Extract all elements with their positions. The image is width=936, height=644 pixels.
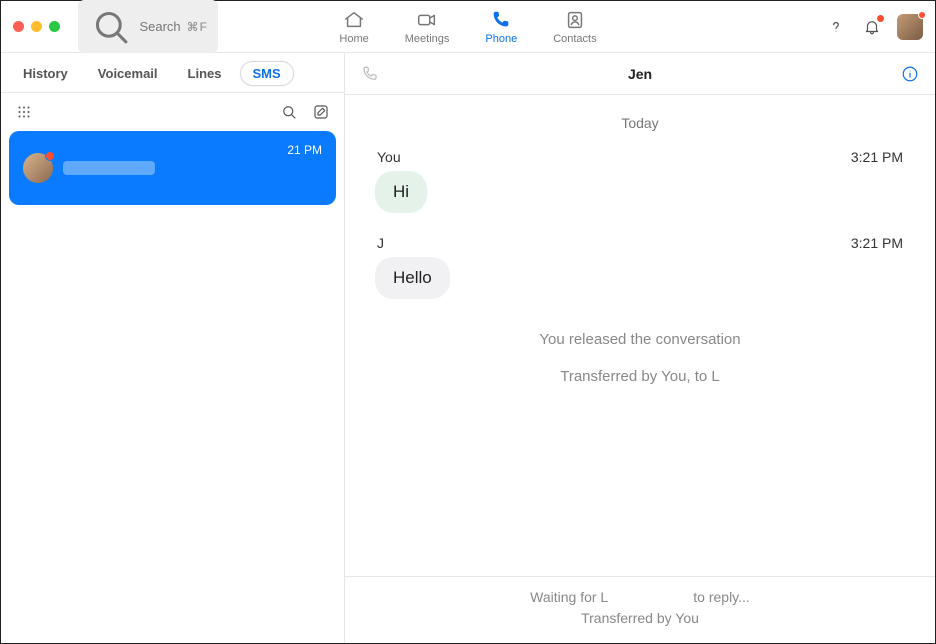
thread-time: 21 PM bbox=[287, 143, 322, 157]
search-icon bbox=[88, 4, 133, 49]
window-maximize-button[interactable] bbox=[49, 21, 60, 32]
search-shortcut: ⌘F bbox=[187, 20, 208, 34]
sms-tools-row bbox=[1, 93, 344, 131]
nav-home-label: Home bbox=[339, 33, 368, 45]
search-icon bbox=[280, 103, 298, 121]
help-button[interactable] bbox=[825, 16, 847, 38]
body: History Voicemail Lines SMS bbox=[1, 53, 935, 643]
thread-list: 21 PM bbox=[1, 131, 344, 205]
thread-name-redacted bbox=[63, 161, 155, 175]
compose-icon bbox=[312, 103, 330, 121]
nav-phone[interactable]: Phone bbox=[485, 9, 517, 45]
nav-meetings[interactable]: Meetings bbox=[405, 9, 450, 45]
search-placeholder-text: Search bbox=[139, 19, 180, 34]
profile-avatar[interactable] bbox=[897, 14, 923, 40]
message-bubble: Hello bbox=[375, 257, 450, 299]
message-sender: J bbox=[377, 235, 384, 251]
chat-pane: Jen Today You 3:21 PM Hi J 3:21 PM Hello bbox=[345, 53, 935, 643]
footer-waiting: Waiting for L to reply... bbox=[345, 587, 935, 608]
footer-transfer: Transferred by You bbox=[345, 608, 935, 629]
message-time: 3:21 PM bbox=[851, 235, 903, 251]
chat-header: Jen bbox=[345, 53, 935, 95]
message-time: 3:21 PM bbox=[851, 149, 903, 165]
tab-lines[interactable]: Lines bbox=[176, 62, 234, 85]
search-input[interactable]: Search ⌘F bbox=[78, 0, 218, 53]
phone-icon bbox=[490, 9, 512, 31]
nav-meetings-label: Meetings bbox=[405, 33, 450, 45]
contacts-icon bbox=[564, 9, 586, 31]
system-transferred: Transferred by You, to L bbox=[375, 368, 905, 385]
window-minimize-button[interactable] bbox=[31, 21, 42, 32]
window-close-button[interactable] bbox=[13, 21, 24, 32]
chat-footer: Waiting for L to reply... Transferred by… bbox=[345, 576, 935, 643]
system-released: You released the conversation bbox=[375, 331, 905, 348]
message-bubble: Hi bbox=[375, 171, 427, 213]
tab-sms[interactable]: SMS bbox=[240, 61, 294, 86]
thread-item[interactable]: 21 PM bbox=[9, 131, 336, 205]
message-sender: You bbox=[377, 149, 401, 165]
nav-phone-label: Phone bbox=[485, 33, 517, 45]
home-icon bbox=[343, 9, 365, 31]
header-right bbox=[825, 14, 923, 40]
sms-search-button[interactable] bbox=[278, 101, 300, 123]
chat-title: Jen bbox=[345, 66, 935, 82]
avatar-status-dot bbox=[918, 11, 926, 19]
phone-tabs: History Voicemail Lines SMS bbox=[1, 53, 344, 93]
notifications-dot bbox=[877, 15, 884, 22]
compose-button[interactable] bbox=[310, 101, 332, 123]
dialpad-button[interactable] bbox=[13, 101, 35, 123]
video-icon bbox=[416, 9, 438, 31]
left-column: History Voicemail Lines SMS bbox=[1, 53, 345, 643]
date-divider: Today bbox=[375, 115, 905, 131]
titlebar: Search ⌘F Home Meetings Phone Contacts bbox=[1, 1, 935, 53]
message-incoming: J 3:21 PM Hello bbox=[375, 235, 905, 299]
message-outgoing: You 3:21 PM Hi bbox=[375, 149, 905, 213]
nav-contacts-label: Contacts bbox=[553, 33, 596, 45]
tab-history[interactable]: History bbox=[11, 62, 80, 85]
help-icon bbox=[827, 18, 845, 36]
dialpad-icon bbox=[15, 103, 33, 121]
nav-home[interactable]: Home bbox=[339, 9, 368, 45]
tab-voicemail[interactable]: Voicemail bbox=[86, 62, 170, 85]
chat-body: Today You 3:21 PM Hi J 3:21 PM Hello You… bbox=[345, 95, 935, 576]
window-controls bbox=[13, 21, 60, 32]
thread-avatar bbox=[23, 153, 53, 183]
notifications-button[interactable] bbox=[861, 16, 883, 38]
nav-contacts[interactable]: Contacts bbox=[553, 9, 596, 45]
